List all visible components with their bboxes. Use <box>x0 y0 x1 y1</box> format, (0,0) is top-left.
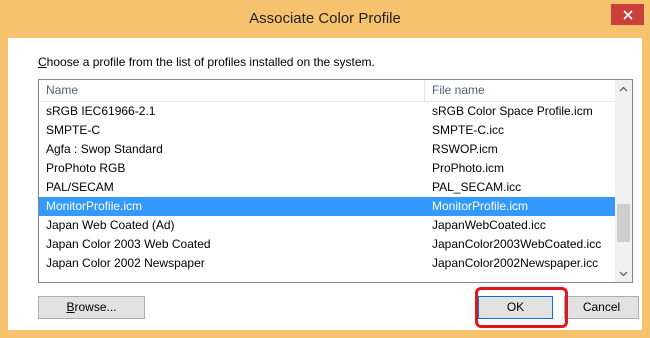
profile-file-name: MonitorProfile.icm <box>432 199 529 213</box>
cancel-button[interactable]: Cancel <box>564 296 639 319</box>
instruction-text: Choose a profile from the list of profil… <box>38 55 375 69</box>
list-item[interactable]: PAL/SECAM PAL_SECAM.icc <box>39 178 617 197</box>
close-button[interactable] <box>611 4 644 25</box>
profile-name: PAL/SECAM <box>46 180 114 194</box>
scrollbar-thumb[interactable] <box>617 204 630 242</box>
profile-name: MonitorProfile.icm <box>46 199 143 213</box>
browse-label: rowse... <box>74 300 117 314</box>
profile-file-name: PAL_SECAM.icc <box>432 180 522 194</box>
list-item[interactable]: Agfa : Swop Standard RSWOP.icm <box>39 140 617 159</box>
scroll-up-button[interactable] <box>615 80 632 97</box>
dialog-body: Choose a profile from the list of profil… <box>8 38 642 330</box>
column-header-name[interactable]: Name <box>39 80 425 101</box>
list-header: Name File name <box>39 80 617 102</box>
list-item[interactable]: Japan Color 2002 Newspaper JapanColor200… <box>39 254 617 273</box>
profile-file-name: RSWOP.icm <box>432 142 498 156</box>
associate-color-profile-dialog: Associate Color Profile Choose a profile… <box>0 0 650 338</box>
instruction-rest: hoose a profile from the list of profile… <box>46 55 375 69</box>
list-item[interactable]: sRGB IEC61966-2.1 sRGB Color Space Profi… <box>39 102 617 121</box>
list-item[interactable]: Japan Web Coated (Ad) JapanWebCoated.icc <box>39 216 617 235</box>
profile-name: sRGB IEC61966-2.1 <box>46 104 156 118</box>
profile-name: ProPhoto RGB <box>46 161 126 175</box>
chevron-down-icon <box>619 271 628 276</box>
profile-name: SMPTE-C <box>46 123 100 137</box>
profile-file-name: ProPhoto.icm <box>432 161 505 175</box>
list-item[interactable]: Japan Color 2003 Web Coated JapanColor20… <box>39 235 617 254</box>
profile-file-name: JapanWebCoated.icc <box>432 218 546 232</box>
profile-list[interactable]: Name File name sRGB IEC61966-2.1 sRGB Co… <box>38 79 633 283</box>
list-item[interactable]: SMPTE-C SMPTE-C.icc <box>39 121 617 140</box>
close-icon <box>622 9 633 20</box>
scroll-down-button[interactable] <box>615 265 632 282</box>
dialog-title: Associate Color Profile <box>249 10 401 27</box>
profile-name: Japan Web Coated (Ad) <box>46 218 175 232</box>
browse-accelerator: B <box>66 300 75 314</box>
column-header-file-name[interactable]: File name <box>425 80 617 101</box>
list-item[interactable]: ProPhoto RGB ProPhoto.icm <box>39 159 617 178</box>
list-item[interactable]: MonitorProfile.icm MonitorProfile.icm <box>39 197 617 216</box>
profile-file-name: SMPTE-C.icc <box>432 123 504 137</box>
chevron-up-icon <box>619 86 628 91</box>
profile-name: Japan Color 2002 Newspaper <box>46 256 205 270</box>
profile-file-name: JapanColor2002Newspaper.icc <box>432 256 599 270</box>
profile-name: Agfa : Swop Standard <box>46 142 163 156</box>
instruction-accelerator: C <box>38 55 47 69</box>
profile-file-name: sRGB Color Space Profile.icm <box>432 104 593 118</box>
browse-button[interactable]: Browse... <box>38 296 145 319</box>
list-rows: sRGB IEC61966-2.1 sRGB Color Space Profi… <box>39 102 617 273</box>
vertical-scrollbar[interactable] <box>615 80 632 282</box>
profile-file-name: JapanColor2003WebCoated.icc <box>432 237 602 251</box>
title-bar[interactable]: Associate Color Profile <box>0 0 650 38</box>
ok-button-highlight <box>475 287 568 328</box>
profile-name: Japan Color 2003 Web Coated <box>46 237 211 251</box>
